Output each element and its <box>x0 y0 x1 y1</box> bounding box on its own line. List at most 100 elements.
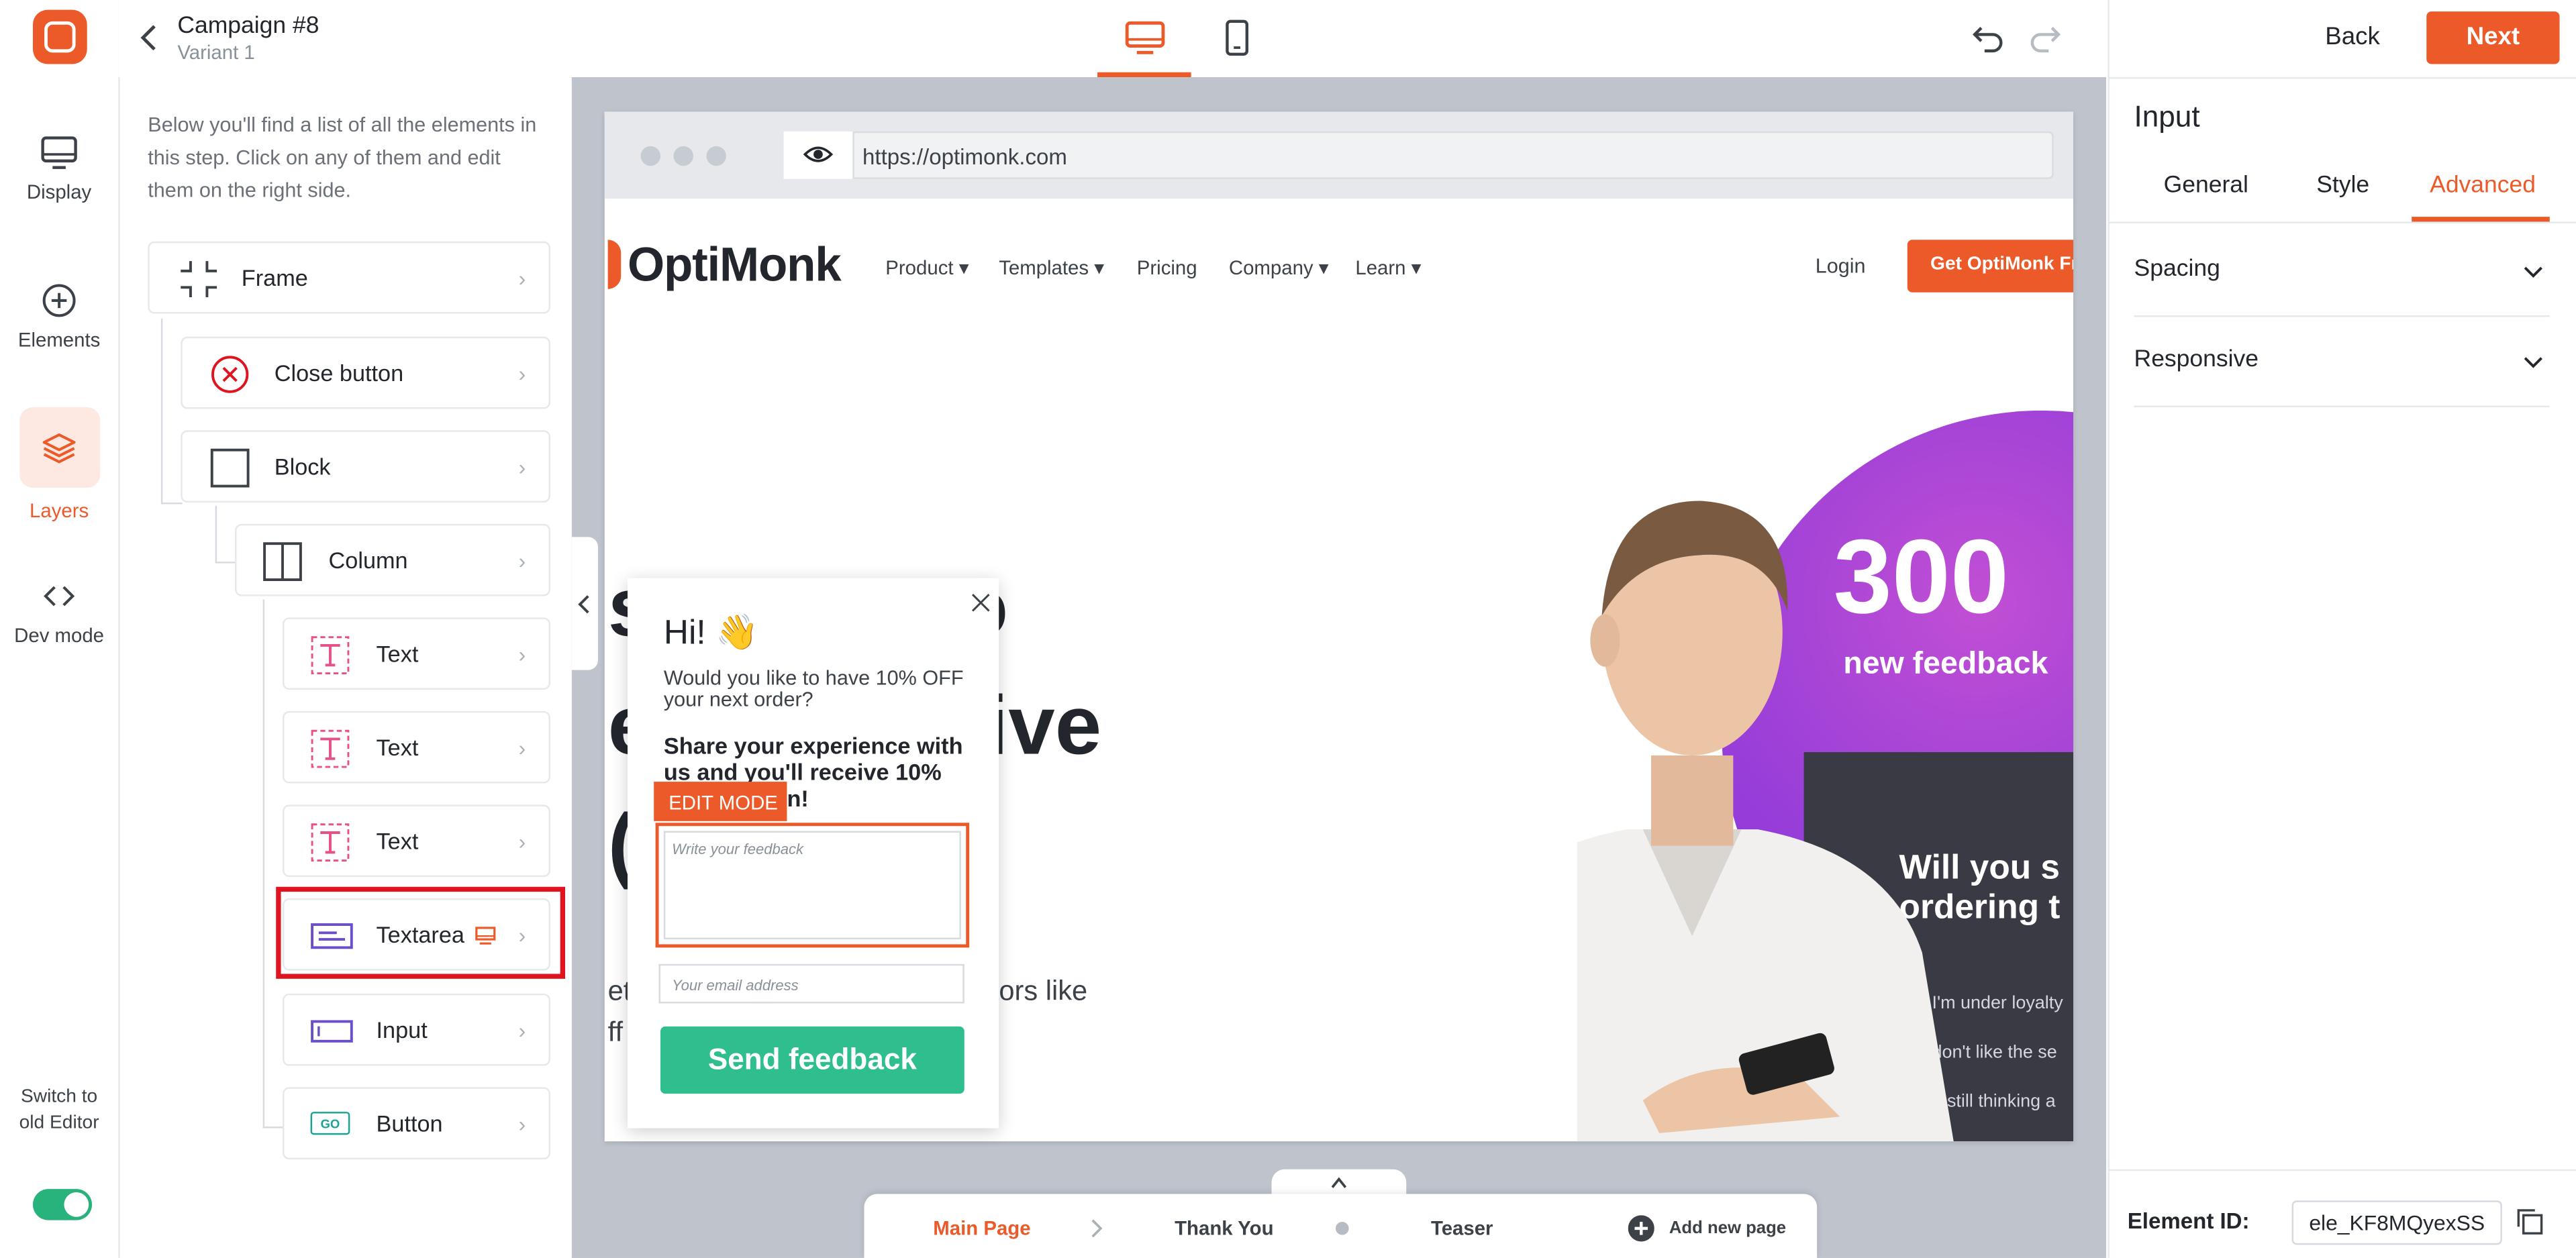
layer-label: Block <box>274 453 331 480</box>
tree-line <box>215 505 237 564</box>
chevron-right-icon: › <box>518 361 526 386</box>
next-button[interactable]: Next <box>2426 11 2560 64</box>
divider <box>2108 221 2576 223</box>
column-icon <box>263 542 302 581</box>
text-icon <box>311 823 350 862</box>
window-dot <box>640 146 660 166</box>
preview-url: https://optimonk.com <box>862 144 1067 170</box>
edit-mode-badge: EDIT MODE <box>654 782 787 821</box>
tab-general[interactable]: General <box>2164 172 2248 199</box>
copy-icon[interactable] <box>2515 1207 2544 1237</box>
layers-description: Below you'll find a list of all the elem… <box>148 113 537 203</box>
popup-email-input[interactable]: Your email address <box>658 963 964 1004</box>
popup-headline: Share your experience with us and you'll… <box>663 732 963 786</box>
redo-icon[interactable] <box>2029 21 2062 54</box>
chevron-right-icon: › <box>518 266 526 291</box>
send-feedback-button[interactable]: Send feedback <box>660 1026 964 1094</box>
back-arrow-icon[interactable] <box>138 21 161 54</box>
button-go-icon: GO <box>310 1112 350 1135</box>
chevron-right-icon: › <box>518 829 526 854</box>
preview-eye-button[interactable] <box>783 131 854 179</box>
popup-feedback-textarea[interactable]: Write your feedback <box>655 823 970 948</box>
layer-label: Text <box>376 734 419 761</box>
textarea-placeholder: Write your feedback <box>672 841 804 857</box>
layer-column[interactable]: Column › <box>235 523 550 596</box>
layer-label: Text <box>376 640 419 667</box>
variant-name: Variant 1 <box>177 41 255 64</box>
tab-style[interactable]: Style <box>2316 172 2369 199</box>
element-id-label: Element ID: <box>2127 1208 2250 1234</box>
layer-label: Frame <box>241 264 308 291</box>
page-tab-main[interactable]: Main Page <box>933 1217 1030 1240</box>
mobile-view-button[interactable] <box>1224 19 1250 56</box>
section-label: Spacing <box>2134 256 2220 283</box>
desktop-view-button[interactable] <box>1097 0 1191 77</box>
chevron-right-icon <box>1091 1219 1103 1238</box>
rail-item-elements[interactable]: Elements <box>0 282 118 397</box>
person-photo <box>1577 501 1954 1142</box>
popup-close-icon[interactable] <box>971 593 991 613</box>
layers-icon <box>42 433 76 464</box>
layer-input[interactable]: Input › <box>283 993 550 1066</box>
layer-close-button[interactable]: Close button › <box>181 336 550 409</box>
selected-layer-highlight <box>276 886 566 979</box>
rail-label-elements: Elements <box>17 328 101 352</box>
element-id-field[interactable]: ele_KF8MQyexSS <box>2291 1200 2502 1245</box>
switch-editor-label: Switch to old Editor <box>19 1087 99 1133</box>
chevron-right-icon: › <box>518 1112 526 1137</box>
rail-item-display[interactable]: Display <box>0 135 118 250</box>
chevron-up-icon <box>1331 1177 1347 1188</box>
email-placeholder: Your email address <box>672 977 799 994</box>
chevron-right-icon: › <box>518 455 526 480</box>
chevron-right-icon: › <box>518 548 526 574</box>
collapse-panel-handle[interactable] <box>571 537 598 670</box>
add-page-icon[interactable] <box>1628 1215 1654 1242</box>
switch-editor-toggle[interactable] <box>32 1189 93 1220</box>
window-dot <box>673 146 693 166</box>
layer-button[interactable]: GO Button › <box>283 1087 550 1160</box>
block-icon <box>210 448 250 488</box>
undo-icon[interactable] <box>1971 21 2004 54</box>
add-new-page-button[interactable]: Add new page <box>1669 1218 1786 1238</box>
text-icon <box>311 729 350 768</box>
chevron-down-icon <box>2524 357 2542 368</box>
page-tab-thankyou[interactable]: Thank You <box>1175 1217 1273 1240</box>
site-nav-company: Company ▾ <box>1228 256 1329 280</box>
chevron-right-icon: › <box>518 735 526 761</box>
text-icon <box>311 636 350 675</box>
popup-headline-end: n! <box>787 785 809 812</box>
section-label: Responsive <box>2134 346 2259 373</box>
layer-label: Input <box>376 1016 428 1043</box>
layer-block[interactable]: Block › <box>181 430 550 503</box>
layer-label: Button <box>376 1110 443 1137</box>
back-button[interactable]: Back <box>2310 13 2395 62</box>
divider <box>2108 77 2576 79</box>
chevron-down-icon <box>2524 266 2542 278</box>
chevron-right-icon: › <box>518 642 526 667</box>
layer-label: Column <box>328 547 408 574</box>
active-tab-indicator <box>2412 217 2550 222</box>
inspector-title: Input <box>2134 100 2200 134</box>
tab-advanced[interactable]: Advanced <box>2430 172 2536 199</box>
rail-item-devmode[interactable]: Dev mode <box>0 578 118 693</box>
site-login: Login <box>1815 254 1866 278</box>
site-nav-pricing: Pricing <box>1136 256 1197 280</box>
layer-text[interactable]: Text › <box>283 711 550 784</box>
site-nav-templates: Templates ▾ <box>999 256 1105 280</box>
site-hero-visual: 300 new feedback Will you s ordering t I'… <box>1577 410 2073 1142</box>
rail-label-devmode: Dev mode <box>14 624 105 647</box>
layer-text[interactable]: Text › <box>283 617 550 690</box>
chevron-right-icon: › <box>518 1018 526 1043</box>
layer-frame[interactable]: Frame › <box>148 241 550 314</box>
layer-label: Text <box>376 827 419 854</box>
app-logo[interactable] <box>32 9 87 64</box>
popup-question: Would you like to have 10% OFF your next… <box>663 666 964 711</box>
close-circle-icon <box>211 356 249 393</box>
section-responsive[interactable]: Responsive <box>2134 315 2550 408</box>
page-tab-teaser[interactable]: Teaser <box>1431 1217 1493 1240</box>
site-logo-mark <box>607 240 622 289</box>
section-spacing[interactable]: Spacing <box>2134 225 2550 317</box>
layer-text[interactable]: Text › <box>283 804 550 878</box>
rail-item-layers[interactable]: Layers <box>0 430 118 545</box>
frame-icon <box>181 261 217 298</box>
